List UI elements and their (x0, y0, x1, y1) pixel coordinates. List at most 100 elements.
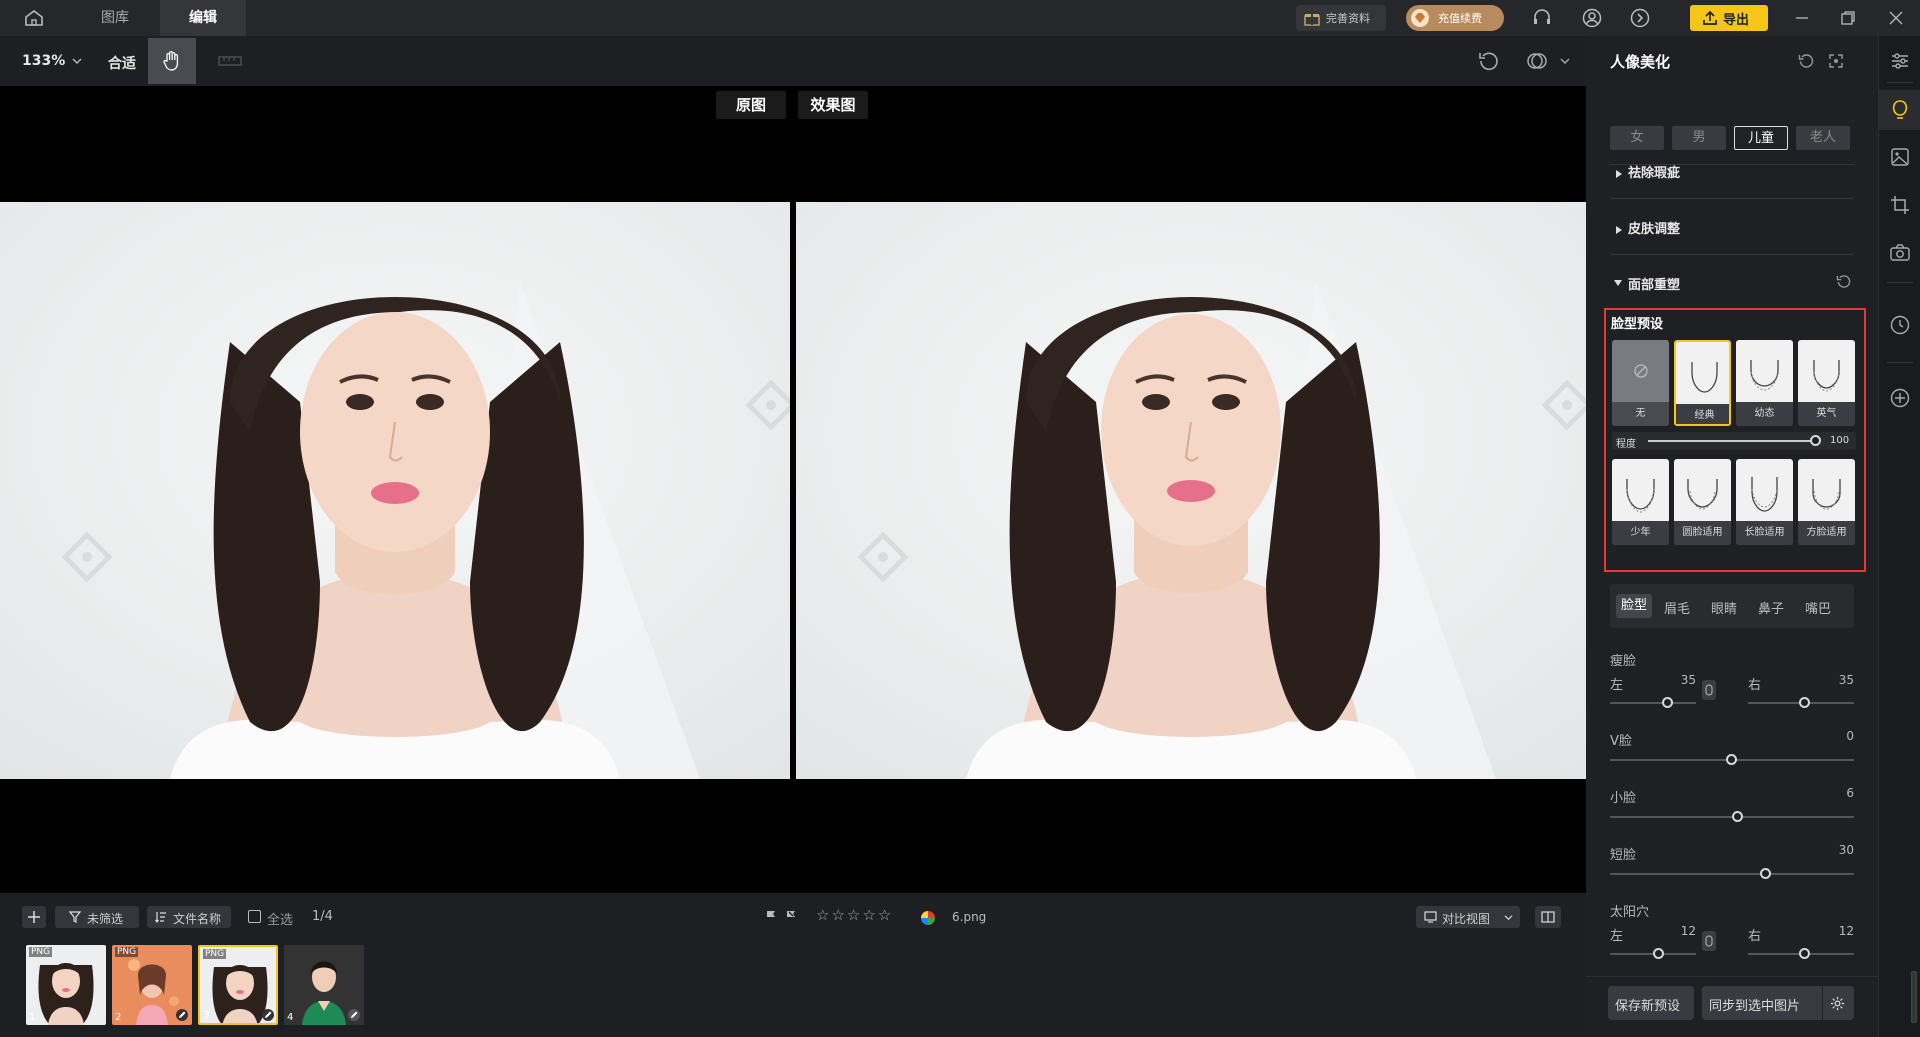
sort-button[interactable]: 文件名称 (147, 906, 231, 928)
restore-icon[interactable] (1840, 10, 1856, 26)
feature-tab-eyes[interactable]: 眼睛 (1711, 598, 1737, 617)
star-rating[interactable]: ☆☆☆☆☆ (816, 906, 893, 924)
chevron-down-icon[interactable] (1560, 57, 1570, 65)
sync-button[interactable]: 同步到选中图片 (1702, 986, 1854, 1020)
temple-right-value: 12 (1838, 924, 1854, 938)
recharge-button[interactable]: 充值续费 (1406, 5, 1504, 31)
section-skin[interactable]: 皮肤调整 (1628, 218, 1680, 237)
thumbnail-1[interactable]: PNG 1 (26, 945, 106, 1025)
preset-round-face[interactable]: 圆脸适用 (1674, 459, 1731, 545)
thumbnail-4[interactable]: 4 (284, 945, 364, 1025)
gender-tab-male[interactable]: 男 (1672, 126, 1726, 150)
star-icon[interactable]: ☆ (831, 906, 846, 924)
scroll-indicator[interactable] (1911, 971, 1917, 1023)
preset-classic[interactable]: 经典 (1674, 340, 1731, 426)
degree-knob[interactable] (1810, 435, 1821, 446)
select-all-checkbox[interactable] (248, 910, 261, 923)
reject-flag-icon[interactable] (785, 910, 797, 922)
headset-icon[interactable] (1532, 8, 1552, 28)
slim-face-right-knob[interactable] (1799, 697, 1810, 708)
close-icon[interactable] (1888, 10, 1904, 26)
tab-edit[interactable]: 编辑 (160, 0, 246, 36)
effect-photo (796, 202, 1586, 779)
select-all-label[interactable]: 全选 (267, 909, 293, 928)
gender-tab-child[interactable]: 儿童 (1734, 126, 1788, 150)
degree-track[interactable] (1648, 440, 1816, 442)
section-face[interactable]: 面部重塑 (1628, 274, 1680, 293)
thumbnail-2[interactable]: PNG 2 (112, 945, 192, 1025)
portrait-beauty-icon[interactable] (1889, 99, 1911, 121)
expand-icon[interactable] (1828, 53, 1844, 69)
tab-library[interactable]: 图库 (80, 0, 150, 36)
preset-boyish[interactable]: 少年 (1612, 459, 1669, 545)
feature-tab-face[interactable]: 脸型 (1616, 594, 1652, 618)
image-canvas[interactable]: 原图 效果图 (0, 86, 1586, 893)
hand-tool-button[interactable] (148, 38, 196, 84)
v-face-knob[interactable] (1726, 754, 1737, 765)
short-face-knob[interactable] (1760, 868, 1771, 879)
face-shape-icon (1751, 477, 1778, 512)
compare-view-dropdown[interactable]: 对比视图 (1416, 906, 1520, 928)
preset-square-face[interactable]: 方脸适用 (1798, 459, 1855, 545)
overlay-icon[interactable] (1526, 50, 1548, 72)
section-blemish[interactable]: 祛除瑕疵 (1628, 162, 1680, 181)
reset-icon[interactable] (1478, 50, 1500, 72)
split-view-button[interactable] (1535, 906, 1561, 928)
thumbnail-3[interactable]: PNG 3 (198, 945, 278, 1025)
filter-button[interactable]: 未筛选 (55, 906, 139, 928)
complete-profile-button[interactable]: 完善资料 (1296, 5, 1386, 31)
temple-left-knob[interactable] (1653, 948, 1664, 959)
star-icon[interactable]: ☆ (878, 906, 893, 924)
link-toggle[interactable] (1702, 931, 1716, 951)
gender-tab-elder[interactable]: 老人 (1796, 126, 1850, 150)
preset-youthful[interactable]: 幼态 (1736, 340, 1793, 426)
adjust-sliders-icon[interactable] (1889, 50, 1911, 72)
fit-button[interactable]: 合适 (108, 53, 136, 73)
preset-label: 少年 (1612, 521, 1669, 545)
link-toggle[interactable] (1702, 680, 1716, 700)
caret-right-icon[interactable] (1615, 225, 1623, 235)
ruler-icon[interactable] (218, 54, 242, 68)
slim-face-right-value: 35 (1838, 673, 1854, 687)
feature-tab-mouth[interactable]: 嘴巴 (1805, 598, 1831, 617)
preset-none[interactable]: 无 (1612, 340, 1669, 426)
slim-face-left-track[interactable] (1610, 702, 1696, 704)
face-shape-icon (1813, 360, 1840, 392)
chevron-down-icon[interactable] (72, 57, 82, 65)
preset-heroic[interactable]: 英气 (1798, 340, 1855, 426)
temple-right-knob[interactable] (1799, 948, 1810, 959)
thumbnail-number: 3 (203, 1010, 210, 1021)
gear-icon[interactable] (1830, 996, 1845, 1011)
caret-right-icon[interactable] (1615, 169, 1623, 179)
export-button[interactable]: 导出 (1690, 5, 1768, 31)
home-icon[interactable] (24, 9, 44, 27)
minimize-icon[interactable] (1794, 10, 1810, 26)
preset-label: 无 (1612, 402, 1669, 426)
logout-icon[interactable] (1630, 8, 1650, 28)
reset-icon[interactable] (1836, 274, 1851, 289)
flag-icon[interactable] (765, 910, 777, 922)
degree-label: 程度 (1616, 439, 1636, 450)
star-icon[interactable]: ☆ (862, 906, 877, 924)
reset-icon[interactable] (1798, 53, 1814, 69)
star-icon[interactable]: ☆ (847, 906, 862, 924)
feature-tab-eyebrows[interactable]: 眉毛 (1664, 598, 1690, 617)
short-face-track[interactable] (1610, 873, 1854, 875)
feature-tab-nose[interactable]: 鼻子 (1758, 598, 1784, 617)
crop-icon[interactable] (1889, 194, 1911, 216)
small-face-knob[interactable] (1732, 811, 1743, 822)
zoom-level[interactable]: 133% (22, 53, 65, 69)
image-edit-icon[interactable] (1889, 146, 1911, 168)
preset-long-face[interactable]: 长脸适用 (1736, 459, 1793, 545)
camera-icon[interactable] (1889, 242, 1911, 264)
user-icon[interactable] (1582, 8, 1602, 28)
add-circle-icon[interactable] (1889, 387, 1911, 409)
slim-face-left-knob[interactable] (1662, 697, 1673, 708)
history-icon[interactable] (1889, 314, 1911, 336)
color-label-icon[interactable] (921, 911, 935, 925)
gender-tab-female[interactable]: 女 (1610, 126, 1664, 150)
add-image-button[interactable] (22, 906, 46, 928)
caret-down-icon[interactable] (1613, 279, 1623, 287)
save-preset-button[interactable]: 保存新预设 (1608, 986, 1694, 1020)
star-icon[interactable]: ☆ (816, 906, 831, 924)
